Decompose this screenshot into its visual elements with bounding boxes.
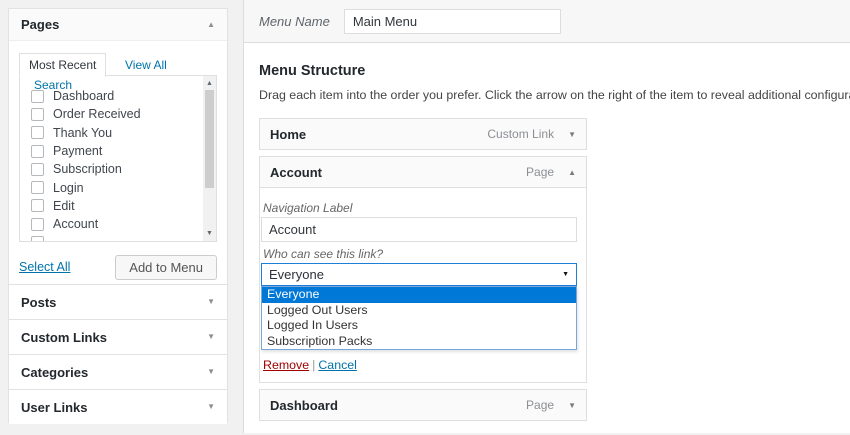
- menu-items-sidebar: Pages ▲ Most Recent View All Search Dash…: [8, 8, 228, 424]
- list-item[interactable]: Subscription: [31, 160, 202, 178]
- expand-arrow-icon[interactable]: ▼: [568, 130, 576, 139]
- menu-item-dashboard: Dashboard Page ▼: [259, 389, 587, 421]
- pages-tabs: Most Recent View All Search: [19, 53, 217, 92]
- list-item[interactable]: Account: [31, 215, 202, 233]
- checkbox[interactable]: [31, 162, 44, 176]
- collapse-arrow-icon[interactable]: ▲: [568, 168, 576, 177]
- list-item[interactable]: Payment: [31, 142, 202, 160]
- expand-arrow-icon[interactable]: ▼: [207, 403, 215, 411]
- expand-arrow-icon[interactable]: ▼: [568, 401, 576, 410]
- menu-item-bar[interactable]: Dashboard Page ▼: [259, 389, 587, 421]
- list-item-label: Edit: [53, 198, 75, 213]
- menu-name-input[interactable]: [343, 8, 561, 34]
- scrollbar-thumb[interactable]: [205, 90, 214, 188]
- checkbox[interactable]: [31, 217, 44, 231]
- panel-title: Custom Links: [21, 329, 107, 345]
- menu-item-bar[interactable]: Account Page ▲: [260, 157, 586, 188]
- list-item[interactable]: Login: [31, 178, 202, 196]
- checkbox[interactable]: [31, 199, 44, 213]
- list-item-label: Account: [53, 217, 99, 232]
- scrollbar[interactable]: ▲ ▼: [203, 76, 216, 241]
- navigation-label-input[interactable]: [261, 217, 577, 242]
- visibility-selected-value: Everyone: [269, 267, 324, 282]
- list-item-label: Login: [53, 180, 84, 195]
- list-item-label: Order Received: [53, 107, 141, 122]
- list-item-label: Subscription: [53, 162, 122, 177]
- panel-title: User Links: [21, 399, 88, 415]
- page-title: Menu Structure: [259, 63, 366, 79]
- panel-title: Categories: [21, 364, 89, 380]
- menu-item-label: Dashboard: [270, 397, 338, 413]
- pages-panel-title: Pages: [21, 17, 60, 32]
- menu-item-list: Home Custom Link ▼ Account Page ▲ Naviga…: [259, 118, 587, 421]
- select-all-link[interactable]: Select All: [19, 260, 70, 274]
- scroll-up-icon[interactable]: ▲: [203, 77, 216, 90]
- dropdown-option-logged-in-users[interactable]: Logged In Users: [262, 318, 576, 334]
- scroll-down-icon[interactable]: ▼: [203, 227, 216, 240]
- pages-panel-body: Most Recent View All Search Dashboard Or…: [9, 41, 227, 284]
- menu-item-label: Account: [270, 164, 322, 180]
- menu-item-bar[interactable]: Home Custom Link ▼: [259, 118, 587, 150]
- menu-item-account: Account Page ▲ Navigation Label Who can …: [259, 156, 587, 383]
- menu-editor-panel: Menu Name Menu Structure Drag each item …: [243, 0, 850, 433]
- remove-link[interactable]: Remove: [263, 358, 309, 372]
- pages-actions-row: Select All Add to Menu: [19, 254, 217, 280]
- panel-title: Posts: [21, 294, 57, 310]
- dropdown-option-subscription-packs[interactable]: Subscription Packs: [262, 334, 576, 350]
- sidebar-panel-custom-links[interactable]: Custom Links ▼: [9, 319, 227, 354]
- menu-item-settings: Navigation Label Who can see this link? …: [260, 188, 586, 382]
- menu-item-type: Page: [526, 398, 555, 412]
- tab-most-recent[interactable]: Most Recent: [19, 53, 107, 77]
- menu-item-home: Home Custom Link ▼: [259, 118, 587, 150]
- pages-panel-header[interactable]: Pages ▲: [9, 9, 227, 41]
- menu-item-label: Home: [270, 126, 307, 142]
- sidebar-panel-user-links[interactable]: User Links ▼: [9, 389, 227, 424]
- tab-view-all[interactable]: View All: [125, 58, 167, 72]
- sidebar-panel-categories[interactable]: Categories ▼: [9, 354, 227, 389]
- sidebar-panel-posts[interactable]: Posts ▼: [9, 284, 227, 319]
- visibility-select[interactable]: Everyone ▼: [261, 263, 577, 286]
- dropdown-option-logged-out-users[interactable]: Logged Out Users: [262, 303, 576, 319]
- checkbox[interactable]: [31, 107, 44, 121]
- list-item[interactable]: Edit: [31, 197, 202, 215]
- dropdown-option-everyone[interactable]: Everyone: [262, 287, 576, 303]
- cancel-link[interactable]: Cancel: [318, 358, 357, 372]
- collapse-arrow-icon[interactable]: ▲: [207, 20, 215, 29]
- list-item[interactable]: Thank You: [31, 124, 202, 142]
- checkbox[interactable]: [31, 144, 44, 158]
- tab-search[interactable]: Search: [34, 78, 72, 92]
- navigation-label: Navigation Label: [263, 201, 353, 215]
- pages-checklist: Dashboard Order Received Thank You Payme…: [19, 75, 217, 242]
- menu-item-actions: Remove | Cancel: [263, 358, 576, 372]
- menu-structure-section: Menu Structure Drag each item into the o…: [244, 43, 850, 435]
- list-item-partial[interactable]: [31, 233, 202, 241]
- checkbox[interactable]: [31, 236, 44, 241]
- checkbox[interactable]: [31, 126, 44, 140]
- expand-arrow-icon[interactable]: ▼: [207, 333, 215, 341]
- list-item[interactable]: Order Received: [31, 105, 202, 123]
- list-item-label: Payment: [53, 144, 103, 159]
- menu-item-type: Custom Link: [487, 127, 555, 141]
- menu-item-type: Page: [526, 165, 555, 179]
- menu-name-bar: Menu Name: [244, 0, 850, 43]
- list-item-label: Thank You: [53, 125, 113, 140]
- expand-arrow-icon[interactable]: ▼: [207, 298, 215, 306]
- structure-description: Drag each item into the order you prefer…: [259, 88, 850, 102]
- visibility-label: Who can see this link?: [263, 247, 384, 261]
- menu-name-label: Menu Name: [259, 13, 330, 29]
- add-to-menu-button[interactable]: Add to Menu: [115, 254, 217, 280]
- actions-separator: |: [312, 358, 316, 372]
- visibility-dropdown-list: Everyone Logged Out Users Logged In User…: [261, 286, 577, 350]
- expand-arrow-icon[interactable]: ▼: [207, 368, 215, 376]
- checkbox[interactable]: [31, 181, 44, 195]
- select-caret-icon[interactable]: ▼: [562, 271, 569, 278]
